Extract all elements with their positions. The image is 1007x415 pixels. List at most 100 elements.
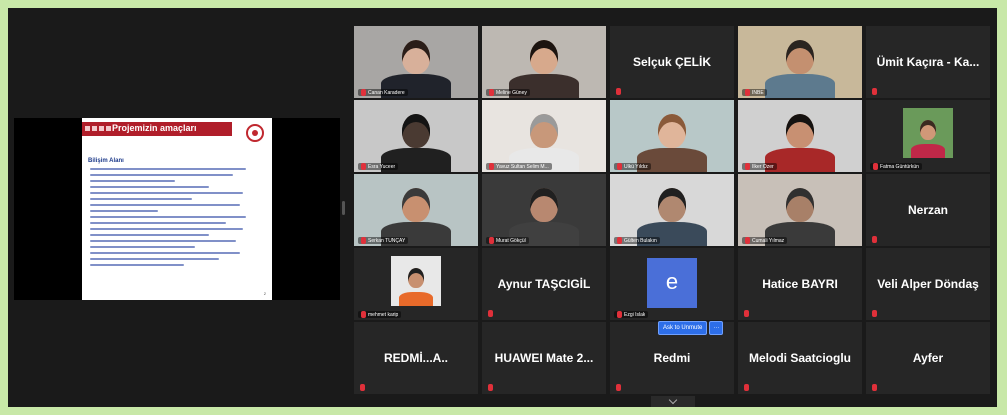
participant-tile[interactable]: Serkan TUNÇAY [354, 174, 478, 246]
participant-label: Ülkü Yıldız [614, 163, 651, 170]
participant-name: Redmi [653, 351, 691, 365]
mic-muted-icon [873, 163, 878, 170]
mic-muted-icon [489, 163, 494, 170]
mic-muted-icon [745, 163, 750, 170]
mic-muted-icon [872, 236, 877, 243]
participant-tile[interactable]: Cumali Yılmaz [738, 174, 862, 246]
slide-title: Projemizin amaçları [112, 123, 197, 133]
more-options-button[interactable]: ··· [709, 321, 724, 335]
mic-muted-icon [617, 163, 622, 170]
participant-label: Ezgi Islak [614, 311, 649, 318]
person-torso [399, 292, 433, 306]
mic-muted-icon [744, 384, 749, 391]
participant-tile[interactable]: Ümit Kaçıra - Ka... [866, 26, 990, 98]
person-head [658, 114, 686, 148]
participant-video [482, 26, 606, 98]
slide-subtitle: Bilişim Alanı [88, 158, 124, 164]
participant-name: mehmet karip [368, 311, 399, 318]
participant-label: Murat Gökçül [486, 237, 529, 244]
participant-tile[interactable]: mehmet karip [354, 248, 478, 320]
participant-tile[interactable]: INBE [738, 26, 862, 98]
participant-name: Cumali Yılmaz [752, 237, 785, 244]
participant-name: Hatice BAYRI [762, 277, 838, 291]
person-head [530, 40, 558, 74]
person-head [530, 114, 558, 148]
participant-tile[interactable]: Canan Karadere [354, 26, 478, 98]
person-head [402, 188, 430, 222]
participant-tile[interactable]: Melodi Saatcioglu [738, 322, 862, 394]
mic-muted-icon [488, 384, 493, 391]
participant-label: İlker Özer [742, 163, 777, 170]
participant-name: Aynur TAŞCIGİL [497, 277, 591, 291]
participant-tile[interactable]: HUAWEI Mate 2... [482, 322, 606, 394]
participant-tile[interactable]: Gülten Bulakın [610, 174, 734, 246]
participant-video [738, 100, 862, 172]
ask-to-unmute-button[interactable]: Ask to Unmute [658, 321, 708, 335]
person-torso [911, 144, 945, 158]
chevron-down-icon [668, 395, 678, 405]
participant-label: Cumali Yılmaz [742, 237, 788, 244]
participant-name: Nerzan [907, 203, 948, 217]
presentation-slide: Projemizin amaçları Bilişim Alanı 2 [82, 118, 272, 300]
participant-name: REDMİ...A.. [383, 351, 448, 365]
split-view-handle[interactable] [342, 201, 345, 215]
participant-video [391, 256, 441, 306]
mic-muted-icon [872, 88, 877, 95]
shared-screen: Projemizin amaçları Bilişim Alanı 2 [14, 118, 340, 300]
participant-tile[interactable]: Meline Güney [482, 26, 606, 98]
mic-muted-icon [616, 384, 621, 391]
slide-body-text [90, 168, 260, 270]
participant-name: Ayfer [912, 351, 944, 365]
participant-tile[interactable]: Selçuk ÇELİK [610, 26, 734, 98]
slide-header: Projemizin amaçları [82, 122, 272, 142]
participant-label: INBE [742, 89, 767, 96]
participant-name: Fatma Güntürkün [880, 163, 919, 170]
participant-video [738, 174, 862, 246]
participant-tile[interactable]: Nerzan [866, 174, 990, 246]
mic-muted-icon [745, 237, 750, 244]
participant-name: INBE [752, 89, 764, 96]
participant-tile[interactable]: Aynur TAŞCIGİL [482, 248, 606, 320]
participant-name: Veli Alper Döndaş [877, 277, 979, 291]
person-head [402, 114, 430, 148]
participant-tile[interactable]: İlker Özer [738, 100, 862, 172]
person-head [786, 188, 814, 222]
mic-muted-icon [361, 311, 366, 318]
participant-video [354, 100, 478, 172]
participant-video [354, 26, 478, 98]
participant-video [903, 108, 953, 158]
participant-name: Ezgi Islak [624, 311, 646, 318]
person-head [786, 114, 814, 148]
participant-tile[interactable]: Ülkü Yıldız [610, 100, 734, 172]
participant-tile[interactable]: REDMİ...A.. [354, 322, 478, 394]
slide-title-bar: Projemizin amaçları [82, 122, 232, 136]
participant-tile[interactable]: Ayfer [866, 322, 990, 394]
participant-tile[interactable]: Fatma Güntürkün [866, 100, 990, 172]
participant-tile[interactable]: Esra Yuceer [354, 100, 478, 172]
participant-tile[interactable]: Hatice BAYRI [738, 248, 862, 320]
participant-name: Meline Güney [496, 89, 527, 96]
mic-muted-icon [745, 89, 750, 96]
mic-muted-icon [489, 237, 494, 244]
mic-muted-icon [617, 237, 622, 244]
mic-muted-icon [489, 89, 494, 96]
participant-avatar: e [647, 258, 697, 308]
mic-muted-icon [872, 310, 877, 317]
participant-tile[interactable]: Murat Gökçül [482, 174, 606, 246]
participant-name: Serkan TUNÇAY [368, 237, 406, 244]
participant-tile[interactable]: Veli Alper Döndaş [866, 248, 990, 320]
mic-muted-icon [360, 384, 365, 391]
participant-name: Selçuk ÇELİK [632, 55, 712, 69]
participant-name: Ülkü Yıldız [624, 163, 648, 170]
mic-muted-icon [361, 237, 366, 244]
participant-tile[interactable]: Yavuz Sultan Selim M... [482, 100, 606, 172]
participant-label: mehmet karip [358, 311, 402, 318]
mic-muted-icon [616, 88, 621, 95]
mic-muted-icon [744, 310, 749, 317]
mic-muted-icon [872, 384, 877, 391]
participant-tile[interactable]: e Ezgi Islak [610, 248, 734, 320]
zoom-meeting-window: Projemizin amaçları Bilişim Alanı 2 Cana… [8, 8, 997, 407]
participant-name: Canan Karadere [368, 89, 405, 96]
participant-label: Esra Yuceer [358, 163, 399, 170]
show-more-participants-button[interactable] [651, 395, 695, 407]
